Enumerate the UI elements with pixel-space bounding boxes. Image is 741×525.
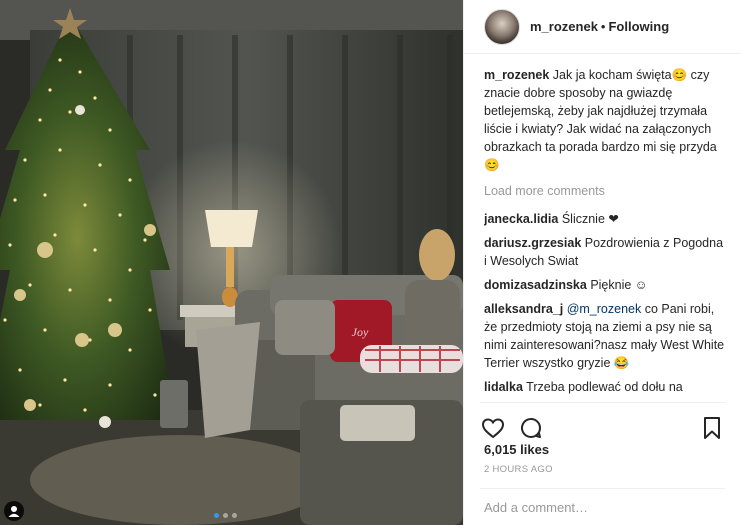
comment-username[interactable]: domizasadzinska xyxy=(484,278,587,292)
add-comment-bar xyxy=(480,488,725,525)
comment-item: lidalka Trzeba podlewać od dołu na spode… xyxy=(484,378,725,396)
likes-count[interactable]: 6,015 likes xyxy=(484,442,549,457)
action-bar xyxy=(480,402,725,442)
carousel-dot xyxy=(223,513,228,518)
comment-text: Pięknie ☺ xyxy=(590,278,648,292)
svg-text:Joy: Joy xyxy=(352,325,369,339)
comment-item: domizasadzinska Pięknie ☺ xyxy=(484,276,725,294)
comment-username[interactable]: janecka.lidia xyxy=(484,212,558,226)
load-more-comments-button[interactable]: Load more comments xyxy=(484,182,725,200)
comment-item: dariusz.grzesiak Pozdrowienia z Pogodna … xyxy=(484,234,725,270)
header-separator: • xyxy=(600,19,606,34)
caption-text: Jak ja kocham święta😊 czy znacie dobre s… xyxy=(484,68,717,172)
comment-mention-link[interactable]: @m_rozenek xyxy=(567,302,642,316)
comment-text: Ślicznie ❤ xyxy=(561,212,619,226)
post-header: m_rozenek • Following xyxy=(464,0,741,54)
avatar[interactable] xyxy=(484,8,520,45)
comment-item: janecka.lidia Ślicznie ❤ xyxy=(484,210,725,228)
carousel-dot-active xyxy=(214,513,219,518)
header-text: m_rozenek • Following xyxy=(530,19,669,34)
comment-item: alleksandra_j @m_rozenek co Pani robi, ż… xyxy=(484,300,725,372)
instagram-post: Joy m_rozenek • Following m_rozenek Jak … xyxy=(0,0,741,525)
carousel-indicator xyxy=(214,513,237,518)
comment-bubble-icon[interactable] xyxy=(518,415,544,441)
post-timestamp[interactable]: 2 HOURS AGO xyxy=(484,464,553,475)
living-room-christmas-image: Joy xyxy=(0,0,463,525)
comment-username[interactable]: lidalka xyxy=(484,380,523,394)
user-tag-icon[interactable] xyxy=(4,501,24,521)
add-comment-input[interactable] xyxy=(480,499,725,515)
like-heart-icon[interactable] xyxy=(480,415,506,441)
carousel-dot xyxy=(232,513,237,518)
comment-username[interactable]: alleksandra_j xyxy=(484,302,563,316)
comments-list: m_rozenek Jak ja kocham święta😊 czy znac… xyxy=(484,66,725,396)
caption-username[interactable]: m_rozenek xyxy=(484,68,549,82)
post-photo[interactable]: Joy xyxy=(0,0,463,525)
follow-status-button[interactable]: Following xyxy=(608,19,669,34)
caption: m_rozenek Jak ja kocham święta😊 czy znac… xyxy=(484,66,725,174)
bookmark-save-icon[interactable] xyxy=(699,415,725,441)
header-username[interactable]: m_rozenek xyxy=(530,19,598,34)
post-side-panel: m_rozenek • Following m_rozenek Jak ja koc… xyxy=(463,0,741,525)
comment-username[interactable]: dariusz.grzesiak xyxy=(484,236,581,250)
